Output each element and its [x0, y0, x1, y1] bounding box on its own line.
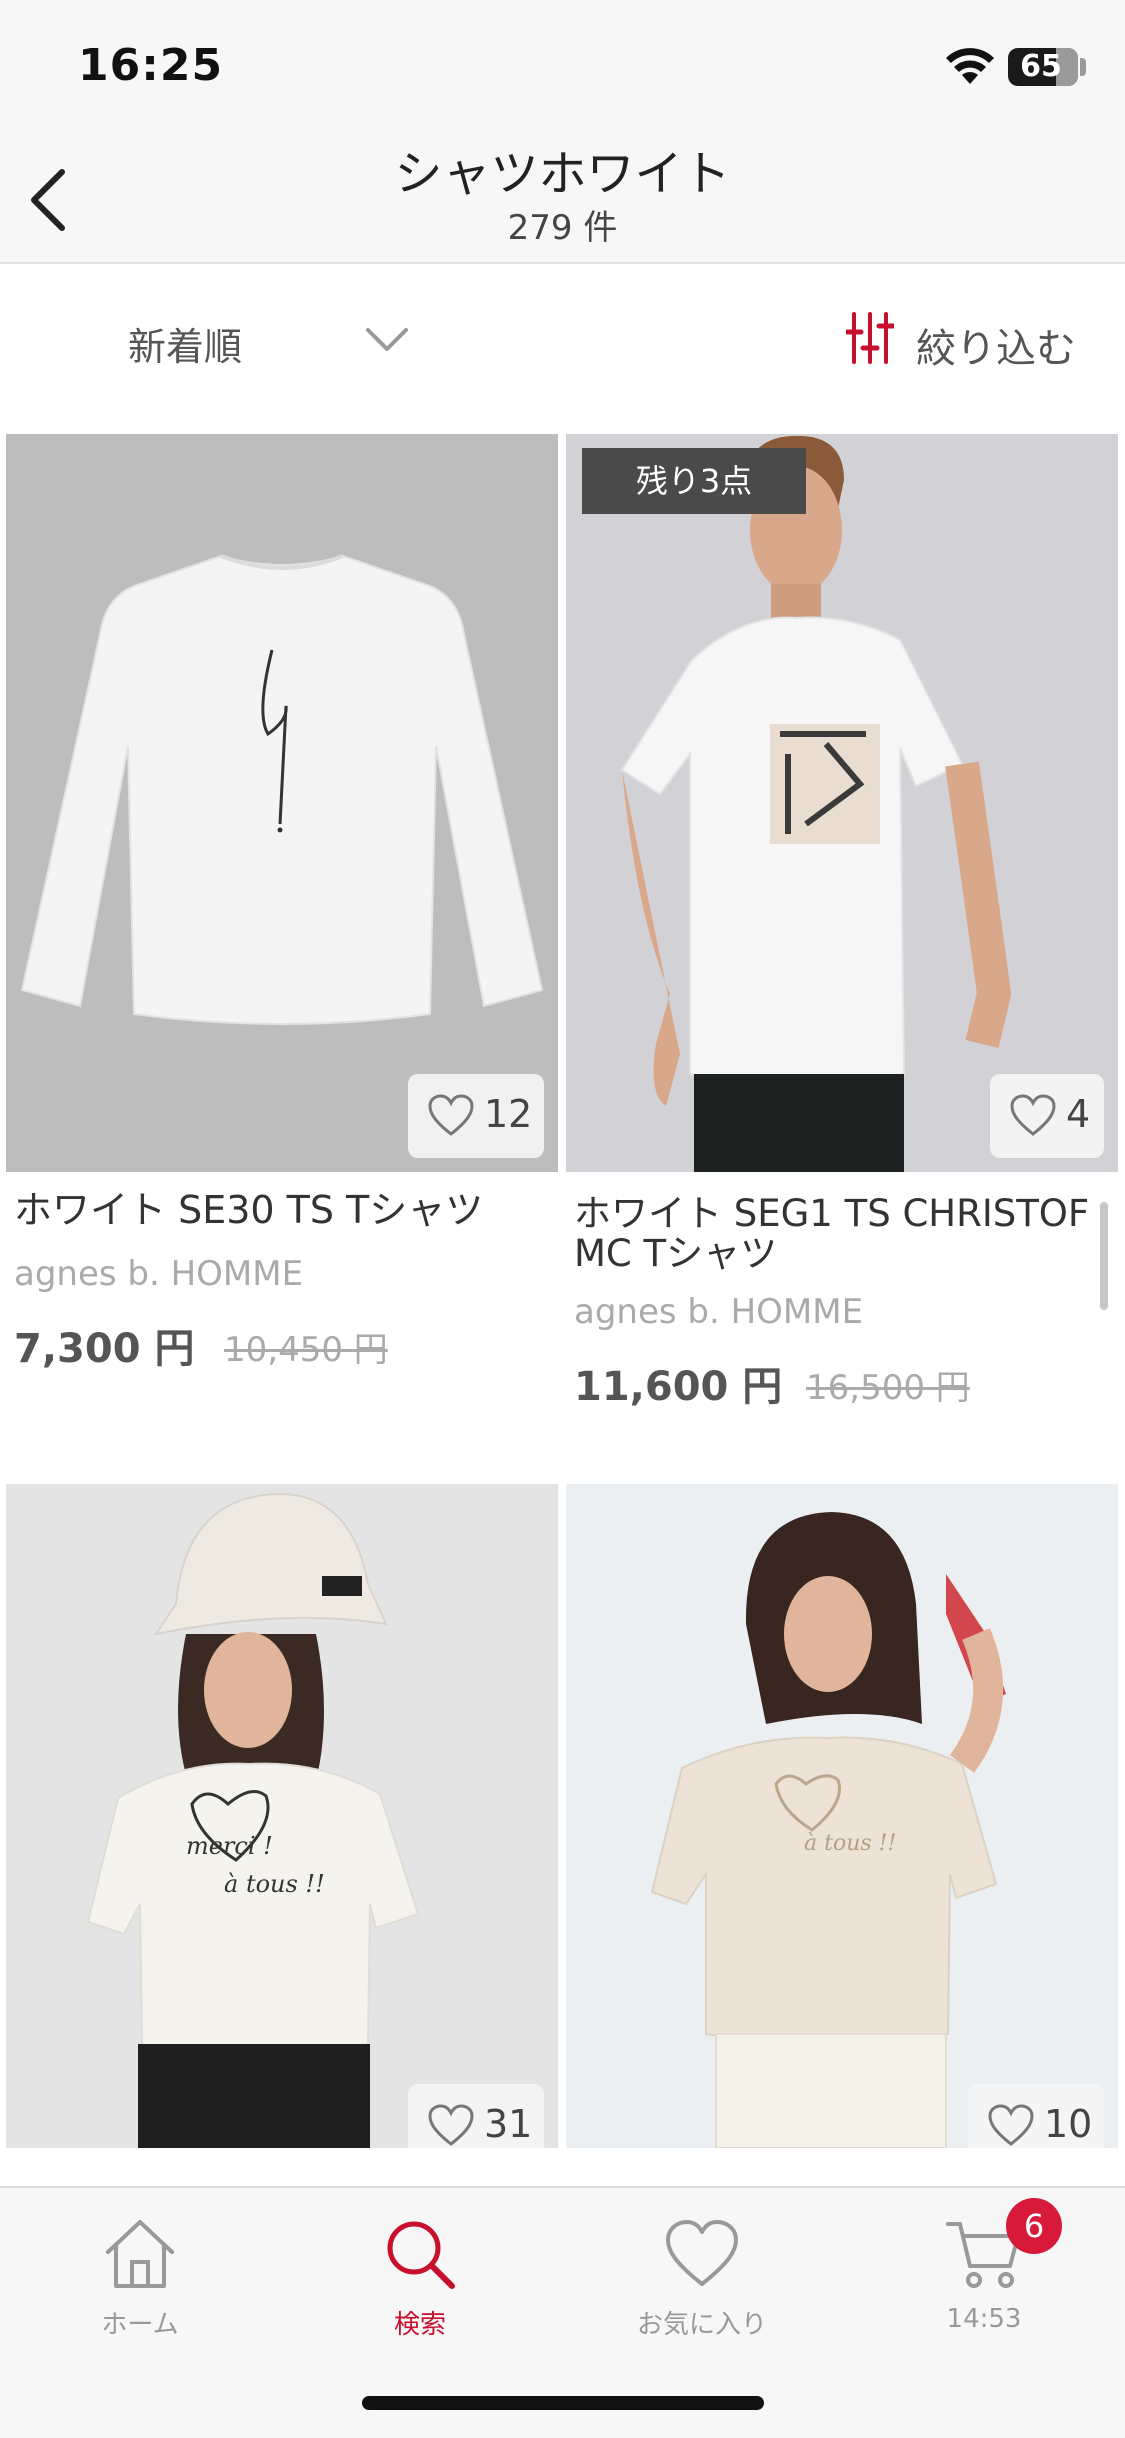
home-indicator[interactable]	[362, 2396, 764, 2410]
original-price: 16,500 円	[806, 1368, 970, 1408]
heart-icon	[1010, 1094, 1056, 1136]
search-icon	[387, 2221, 455, 2289]
favorite-button[interactable]: 4	[990, 1074, 1104, 1158]
heart-icon	[428, 2104, 474, 2146]
tab-search[interactable]: 検索	[320, 2216, 520, 2341]
original-price: 10,450 円	[224, 1330, 388, 1370]
tab-home[interactable]: ホーム	[40, 2216, 240, 2341]
product-brand: agnes b. HOMME	[14, 1254, 304, 1294]
page-title: シャツホワイト	[394, 146, 731, 202]
model-tshirt-image: à tous !!	[650, 1512, 1006, 2148]
favorite-button[interactable]: 10	[968, 2084, 1104, 2148]
filter-sliders-icon	[846, 312, 894, 364]
heart-icon	[428, 1094, 474, 1136]
favorite-button[interactable]: 12	[408, 1074, 544, 1158]
tab-label: お気に入り	[636, 2310, 767, 2340]
favorite-button[interactable]: 31	[408, 2084, 544, 2148]
tab-label: ホーム	[101, 2310, 179, 2340]
model-tshirt-image: merci ! à tous !!	[86, 1492, 420, 2148]
product-name[interactable]: ホワイト SEG1 TS CHRISTOF MC Tシャツ	[574, 1194, 1114, 1274]
product-name[interactable]: ホワイト SE30 TS Tシャツ	[14, 1190, 554, 1230]
scroll-indicator[interactable]	[1100, 1202, 1108, 1310]
result-count: 279 件	[507, 208, 618, 248]
product-image[interactable]: 残り3点 4	[566, 434, 1118, 1172]
favorite-count: 10	[1044, 2102, 1093, 2146]
chevron-down-icon[interactable]	[364, 322, 410, 356]
status-time: 16:25	[78, 40, 224, 91]
battery-icon: 65	[1008, 48, 1078, 86]
heart-icon	[666, 2220, 738, 2286]
favorite-count: 4	[1066, 1092, 1091, 1136]
stock-badge: 残り3点	[582, 448, 806, 514]
wifi-icon	[946, 48, 994, 84]
battery-level: 65	[1020, 49, 1062, 84]
battery-tip	[1080, 58, 1086, 76]
tab-label: 14:53	[946, 2304, 1022, 2334]
cart-count-badge: 6	[1006, 2198, 1062, 2254]
longsleeve-shirt-image	[20, 554, 544, 1025]
svg-text:à tous !!: à tous !!	[804, 1831, 896, 1856]
product-image[interactable]: à tous !! 10	[566, 1484, 1118, 2148]
svg-text:à tous !!: à tous !!	[224, 1870, 325, 1898]
product-brand: agnes b. HOMME	[574, 1292, 864, 1332]
product-price: 11,600 円	[574, 1364, 783, 1410]
favorite-count: 12	[484, 1092, 533, 1136]
nav-bar: シャツホワイト 279 件	[0, 130, 1125, 264]
model-tshirt-image	[620, 435, 1012, 1172]
product-image[interactable]: merci ! à tous !! 31	[6, 1484, 558, 2148]
tab-favorites[interactable]: お気に入り	[602, 2216, 802, 2341]
filter-label: 絞り込む	[916, 326, 1076, 372]
heart-icon	[988, 2104, 1034, 2146]
favorite-count: 31	[484, 2102, 533, 2146]
product-image[interactable]: 12	[6, 434, 558, 1172]
tab-label: 検索	[393, 2310, 446, 2340]
svg-text:merci !: merci !	[186, 1832, 273, 1860]
sort-dropdown-label[interactable]: 新着順	[128, 316, 242, 371]
product-price: 7,300 円	[14, 1326, 195, 1372]
sort-filter-bar: 新着順 絞り込む	[0, 264, 1125, 414]
status-bar: 16:25 65	[0, 0, 1125, 130]
home-icon	[106, 2220, 174, 2288]
